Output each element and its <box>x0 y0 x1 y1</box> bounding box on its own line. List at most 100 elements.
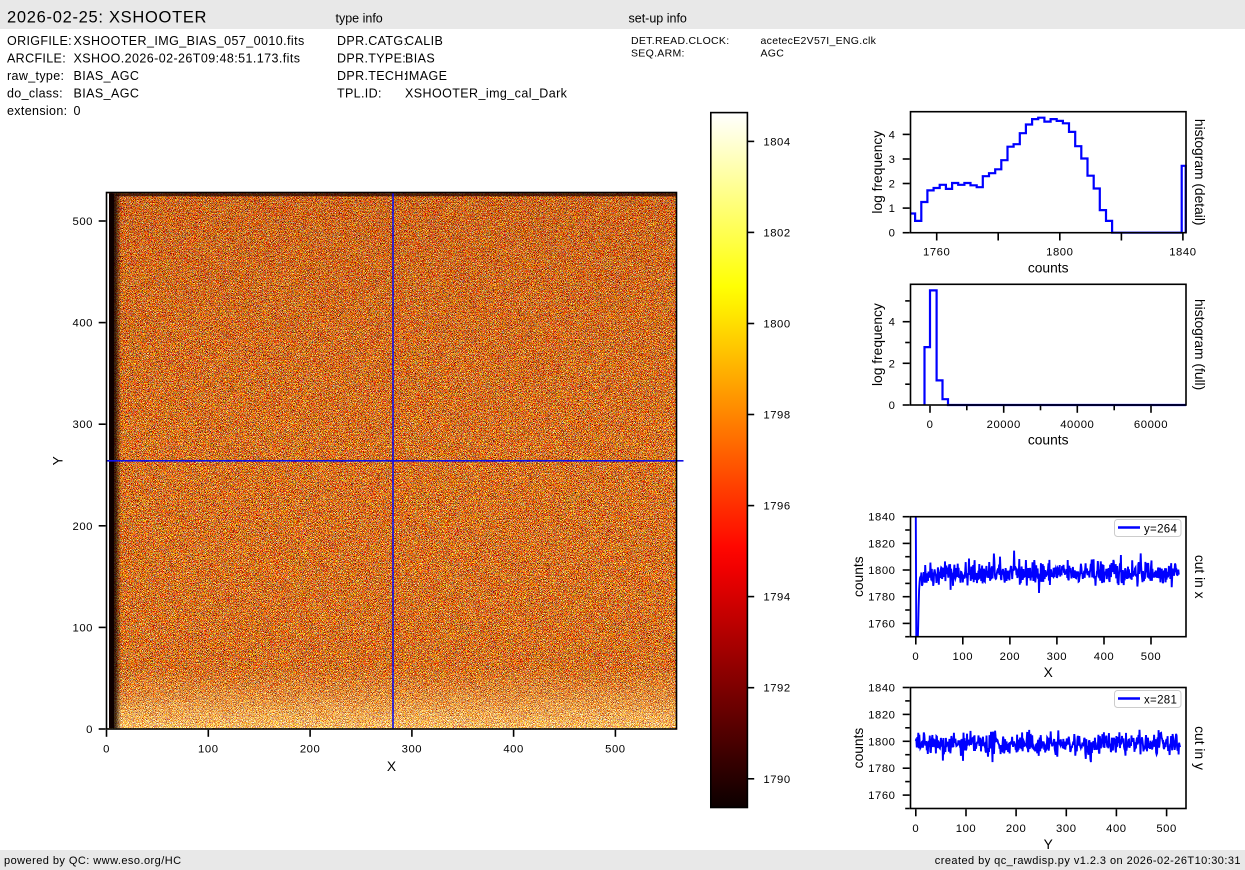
svg-text:1796: 1796 <box>763 501 790 513</box>
svg-text:200: 200 <box>1000 651 1021 663</box>
svg-text:acetecE2V57I_ENG.clk: acetecE2V57I_ENG.clk <box>761 35 877 47</box>
svg-text:4: 4 <box>889 317 896 329</box>
svg-text:400: 400 <box>1106 823 1127 835</box>
svg-text:2: 2 <box>889 179 896 191</box>
svg-text:1800: 1800 <box>868 736 895 748</box>
svg-text:SEQ.ARM:: SEQ.ARM: <box>631 48 685 60</box>
svg-text:0: 0 <box>86 724 93 736</box>
svg-text:1760: 1760 <box>923 247 950 259</box>
svg-text:1800: 1800 <box>1046 247 1073 259</box>
svg-text:do_class:: do_class: <box>7 87 63 101</box>
svg-text:1840: 1840 <box>1169 247 1196 259</box>
svg-text:40000: 40000 <box>1060 419 1094 431</box>
svg-text:x=281: x=281 <box>1144 695 1177 707</box>
svg-text:TPL.ID:: TPL.ID: <box>337 87 382 101</box>
svg-text:histogram (full): histogram (full) <box>1192 299 1207 390</box>
svg-text:powered by QC: www.eso.org/HC: powered by QC: www.eso.org/HC <box>4 855 182 867</box>
svg-text:XSHOOTER_img_cal_Dark: XSHOOTER_img_cal_Dark <box>405 87 568 101</box>
svg-text:400: 400 <box>503 744 524 756</box>
svg-text:counts: counts <box>851 556 866 597</box>
svg-text:cut in y: cut in y <box>1192 726 1207 770</box>
svg-text:400: 400 <box>73 318 94 330</box>
svg-text:1798: 1798 <box>763 410 790 422</box>
svg-text:0: 0 <box>889 400 896 412</box>
svg-text:1840: 1840 <box>868 683 895 695</box>
svg-text:DPR.TYPE:: DPR.TYPE: <box>337 52 406 66</box>
svg-text:CALIB: CALIB <box>405 34 443 48</box>
svg-text:raw_type:: raw_type: <box>7 69 64 83</box>
svg-text:1780: 1780 <box>868 592 895 604</box>
svg-text:cut in x: cut in x <box>1192 555 1207 599</box>
svg-text:1840: 1840 <box>868 512 895 524</box>
svg-text:1820: 1820 <box>868 709 895 721</box>
svg-text:created by qc_rawdisp.py v1.2.: created by qc_rawdisp.py v1.2.3 on 2026-… <box>935 855 1241 867</box>
svg-text:set-up info: set-up info <box>629 12 687 26</box>
svg-text:counts: counts <box>1028 261 1069 276</box>
svg-text:2: 2 <box>889 358 896 370</box>
svg-text:1794: 1794 <box>763 592 790 604</box>
svg-text:3: 3 <box>889 154 896 166</box>
svg-text:AGC: AGC <box>761 48 785 60</box>
svg-text:0: 0 <box>912 651 919 663</box>
svg-text:XSHOO.2026-02-26T09:48:51.173.: XSHOO.2026-02-26T09:48:51.173.fits <box>74 52 301 66</box>
svg-text:200: 200 <box>1006 823 1027 835</box>
svg-text:y=264: y=264 <box>1144 524 1177 536</box>
svg-text:BIAS_AGC: BIAS_AGC <box>74 87 140 101</box>
svg-text:Y: Y <box>50 456 65 465</box>
svg-text:1800: 1800 <box>868 565 895 577</box>
svg-text:200: 200 <box>73 521 94 533</box>
svg-text:counts: counts <box>1028 433 1069 448</box>
svg-text:1804: 1804 <box>763 136 790 148</box>
svg-text:300: 300 <box>1056 823 1077 835</box>
svg-text:1800: 1800 <box>763 319 790 331</box>
svg-text:0: 0 <box>103 744 110 756</box>
svg-text:X: X <box>1044 665 1053 680</box>
svg-text:100: 100 <box>198 744 219 756</box>
svg-text:1792: 1792 <box>763 683 790 695</box>
svg-text:500: 500 <box>1141 651 1162 663</box>
svg-text:log frequency: log frequency <box>870 303 885 386</box>
svg-text:20000: 20000 <box>987 419 1021 431</box>
svg-text:IMAGE: IMAGE <box>405 69 447 83</box>
svg-text:BIAS_AGC: BIAS_AGC <box>74 69 140 83</box>
svg-text:histogram (detail): histogram (detail) <box>1192 119 1207 226</box>
svg-text:4: 4 <box>889 129 896 141</box>
svg-text:100: 100 <box>73 622 94 634</box>
svg-text:DPR.CATG:: DPR.CATG: <box>337 34 407 48</box>
svg-text:1780: 1780 <box>868 763 895 775</box>
svg-text:0: 0 <box>912 823 919 835</box>
svg-text:ORIGFILE:: ORIGFILE: <box>7 34 72 48</box>
svg-text:60000: 60000 <box>1134 419 1168 431</box>
svg-text:X: X <box>387 759 396 774</box>
svg-text:0: 0 <box>74 104 81 118</box>
svg-text:log frequency: log frequency <box>870 131 885 214</box>
svg-text:1760: 1760 <box>868 618 895 630</box>
svg-text:300: 300 <box>402 744 423 756</box>
svg-text:300: 300 <box>1047 651 1068 663</box>
svg-text:type info: type info <box>336 12 383 26</box>
svg-text:1790: 1790 <box>763 774 790 786</box>
svg-text:Y: Y <box>1044 837 1053 852</box>
svg-text:1820: 1820 <box>868 538 895 550</box>
svg-text:500: 500 <box>605 744 626 756</box>
svg-text:2026-02-25: XSHOOTER: 2026-02-25: XSHOOTER <box>7 9 207 27</box>
svg-text:1: 1 <box>889 203 896 215</box>
svg-text:XSHOOTER_IMG_BIAS_057_0010.fit: XSHOOTER_IMG_BIAS_057_0010.fits <box>74 34 305 48</box>
svg-text:100: 100 <box>953 651 974 663</box>
svg-text:300: 300 <box>73 419 94 431</box>
svg-text:0: 0 <box>927 419 934 431</box>
svg-text:500: 500 <box>1156 823 1177 835</box>
svg-text:1802: 1802 <box>763 227 790 239</box>
svg-text:0: 0 <box>889 228 896 240</box>
svg-text:500: 500 <box>73 216 94 228</box>
svg-text:DPR.TECH:: DPR.TECH: <box>337 69 408 83</box>
svg-text:1760: 1760 <box>868 790 895 802</box>
svg-text:DET.READ.CLOCK:: DET.READ.CLOCK: <box>631 35 729 47</box>
svg-text:200: 200 <box>300 744 321 756</box>
svg-text:counts: counts <box>851 728 866 769</box>
svg-text:400: 400 <box>1094 651 1115 663</box>
svg-text:BIAS: BIAS <box>405 52 435 66</box>
svg-text:100: 100 <box>956 823 977 835</box>
svg-text:extension:: extension: <box>7 104 67 118</box>
svg-text:ARCFILE:: ARCFILE: <box>7 52 66 66</box>
